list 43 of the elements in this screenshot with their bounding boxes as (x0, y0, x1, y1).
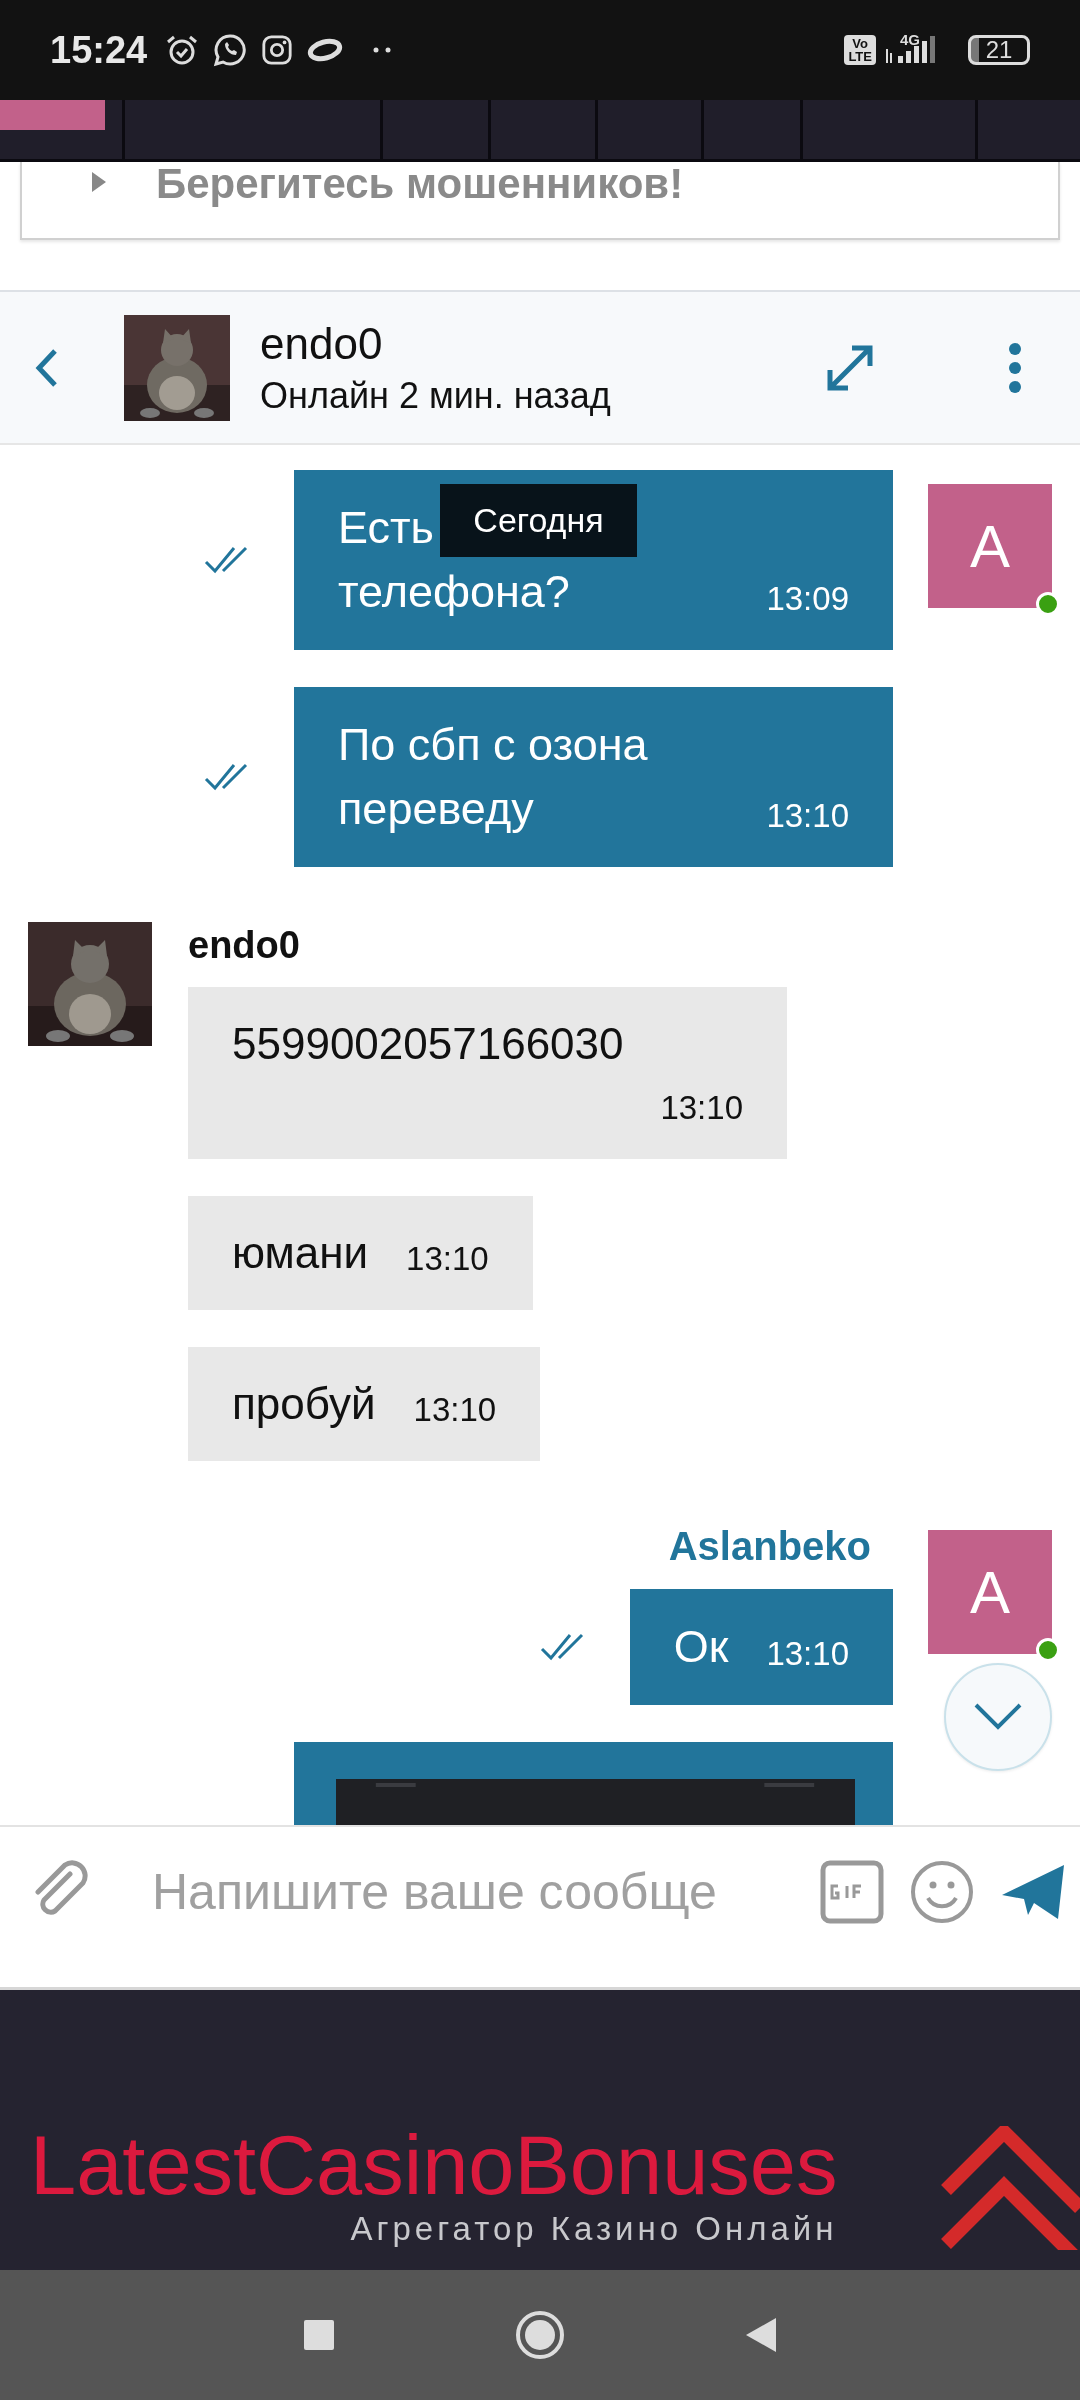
user-avatar: A (928, 484, 1052, 608)
emoji-icon[interactable] (910, 1860, 974, 1924)
user-avatar: A (928, 1530, 1052, 1654)
message-time: 13:10 (413, 1390, 497, 1430)
message-text: юмани (232, 1227, 369, 1279)
back-icon[interactable] (35, 347, 59, 388)
message-text: Есть (338, 501, 435, 555)
signal-icon (886, 35, 938, 65)
back-icon[interactable] (745, 2317, 777, 2353)
gif-icon[interactable] (820, 1860, 884, 1924)
network-type: 4G (900, 30, 920, 48)
ring-icon (307, 38, 344, 62)
site-logo[interactable]: LatestCasinoBonuses (30, 2120, 838, 2212)
message-time: 13:10 (406, 1239, 489, 1279)
message-text: Ок (673, 1620, 729, 1674)
contact-name: endo0 (260, 318, 384, 369)
camera-icon (261, 34, 294, 66)
more-options-icon[interactable] (1008, 342, 1022, 393)
message-time: 13:10 (660, 1088, 743, 1128)
message-input[interactable]: Напишите ваше сообще (152, 1863, 812, 1921)
home-icon[interactable] (515, 2310, 565, 2360)
message-time: 13:10 (766, 796, 849, 836)
volte-badge: Vo LTE (844, 35, 876, 65)
message-time: 13:09 (766, 579, 849, 619)
chevron-down-icon (973, 1702, 1023, 1732)
bullet-icon (92, 172, 106, 192)
message-text: 5599002057166030 (232, 1018, 624, 1070)
message-text: телефона? (338, 565, 570, 619)
message-text: По сбп с озона (338, 718, 648, 772)
date-badge: Сегодня (440, 484, 637, 557)
clock-time: 15:24 (50, 28, 148, 72)
message-text: пробуй (232, 1378, 376, 1430)
recents-icon[interactable] (303, 2319, 335, 2351)
sender-name: Aslanbeko (668, 1524, 871, 1569)
alarm-clock-icon (165, 33, 200, 67)
scroll-top-icon[interactable] (940, 2126, 1080, 2250)
message-text: переведу (338, 782, 534, 836)
contact-status: Онлайн 2 мин. назад (260, 374, 612, 417)
message-time: 13:10 (766, 1634, 849, 1674)
sender-name: endo0 (188, 924, 300, 967)
site-tagline: Агрегатор Казино Онлайн (350, 2210, 838, 2248)
battery-indicator: 21 (968, 35, 1030, 65)
chat-bubble-icon (213, 33, 248, 67)
